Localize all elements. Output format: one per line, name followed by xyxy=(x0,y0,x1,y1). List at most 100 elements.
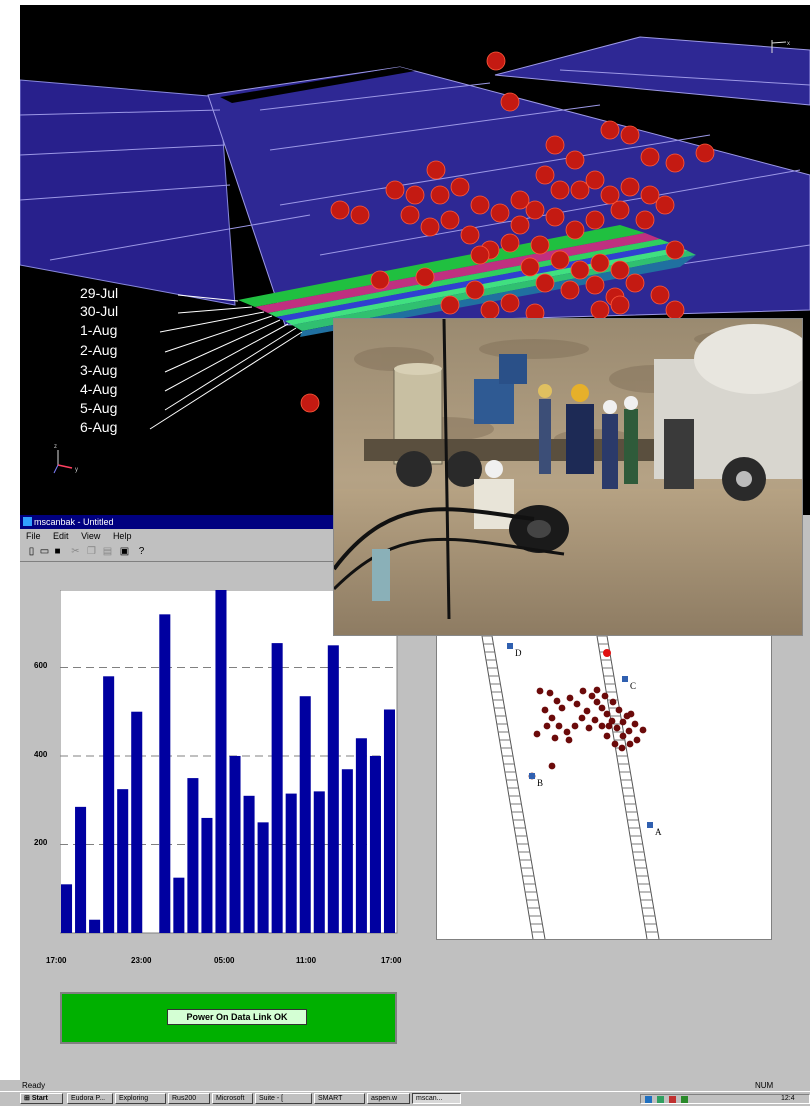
site-photo xyxy=(333,318,803,636)
event-sphere xyxy=(610,200,630,220)
taskbar-button[interactable]: SMART xyxy=(314,1093,365,1104)
bar xyxy=(187,778,199,933)
bar xyxy=(383,709,395,933)
date-label: 4-Aug xyxy=(80,381,118,397)
x-tick-label: 23:00 xyxy=(131,956,152,965)
event-sphere xyxy=(545,207,565,227)
x-tick-label: 11:00 xyxy=(296,956,317,965)
event-dot xyxy=(609,698,617,706)
event-sphere xyxy=(350,205,370,225)
x-tick-label: 17:00 xyxy=(46,956,67,965)
event-dot xyxy=(605,722,613,730)
event-sphere xyxy=(625,273,645,293)
event-dot xyxy=(566,694,574,702)
print-icon[interactable]: ▣ xyxy=(119,546,130,557)
taskbar-button[interactable]: Exploring xyxy=(115,1093,166,1104)
title-bar[interactable]: mscanbak - Untitled xyxy=(20,515,340,529)
event-dot xyxy=(585,724,593,732)
event-dot xyxy=(626,740,634,748)
event-sphere xyxy=(400,205,420,225)
event-sphere xyxy=(385,180,405,200)
event-sphere xyxy=(330,200,350,220)
sensor-c-marker xyxy=(622,676,628,682)
taskbar-button[interactable]: Microsoft xyxy=(212,1093,253,1104)
tray-icon[interactable] xyxy=(657,1096,664,1103)
event-sphere xyxy=(600,120,620,140)
bar xyxy=(257,822,269,933)
bar xyxy=(75,806,87,933)
event-dot xyxy=(563,728,571,736)
sensor-d-marker xyxy=(507,643,513,649)
bar xyxy=(369,755,381,933)
event-sphere xyxy=(600,185,620,205)
event-sphere xyxy=(535,165,555,185)
event-dot xyxy=(611,740,619,748)
event-sphere xyxy=(585,170,605,190)
bar xyxy=(89,919,101,933)
bar xyxy=(285,793,297,933)
event-sphere xyxy=(490,203,510,223)
date-label: 5-Aug xyxy=(80,400,118,416)
copy-icon[interactable]: ❐ xyxy=(86,546,97,557)
event-sphere xyxy=(450,177,470,197)
event-sphere xyxy=(470,245,490,265)
taskbar-button[interactable]: Rus200 xyxy=(168,1093,210,1104)
event-dot xyxy=(541,706,549,714)
event-sphere xyxy=(545,135,565,155)
start-button[interactable]: ⊞ Start xyxy=(20,1093,63,1104)
taskbar-button[interactable]: mscan... xyxy=(412,1093,461,1104)
menu-file[interactable]: File xyxy=(26,531,41,541)
svg-text:z: z xyxy=(54,444,57,450)
event-sphere xyxy=(500,233,520,253)
event-dot xyxy=(593,686,601,694)
date-label: 29-Jul xyxy=(80,285,119,301)
event-dot xyxy=(639,726,647,734)
event-sphere xyxy=(665,300,685,320)
tray-icon[interactable] xyxy=(645,1096,652,1103)
site-photo-svg xyxy=(334,319,802,635)
x-tick-label: 05:00 xyxy=(214,956,235,965)
bar xyxy=(341,769,353,933)
status-indicator: Power On Data Link OK xyxy=(167,1009,307,1025)
taskbar-button[interactable]: Eudora P... xyxy=(67,1093,113,1104)
menu-edit[interactable]: Edit xyxy=(53,531,69,541)
event-sphere xyxy=(665,240,685,260)
menu-help[interactable]: Help xyxy=(113,531,132,541)
event-dot xyxy=(619,732,627,740)
bar xyxy=(173,877,185,933)
save-icon[interactable]: ■ xyxy=(52,546,63,557)
date-label: 6-Aug xyxy=(80,419,118,435)
bar xyxy=(201,817,213,933)
menu-view[interactable]: View xyxy=(81,531,100,541)
event-sphere xyxy=(585,275,605,295)
taskbar-button[interactable]: Suite - [ xyxy=(255,1093,312,1104)
event-dot xyxy=(627,710,635,718)
tray-icon[interactable] xyxy=(681,1096,688,1103)
new-file-icon[interactable]: ▯ xyxy=(26,546,37,557)
date-label: 3-Aug xyxy=(80,362,118,378)
cut-icon[interactable]: ✂ xyxy=(70,546,81,557)
event-dot xyxy=(536,687,544,695)
event-sphere xyxy=(500,92,520,112)
event-dot xyxy=(573,700,581,708)
plan-view[interactable]: D C B A xyxy=(436,635,772,940)
event-dot xyxy=(598,704,606,712)
event-dot xyxy=(593,698,601,706)
event-sphere xyxy=(565,150,585,170)
event-sphere xyxy=(635,210,655,230)
system-tray: 12:4 xyxy=(640,1094,810,1104)
taskbar-button[interactable]: aspen.w xyxy=(367,1093,410,1104)
tray-icon[interactable] xyxy=(669,1096,676,1103)
event-sphere xyxy=(550,250,570,270)
open-folder-icon[interactable]: ▭ xyxy=(39,546,50,557)
event-dot xyxy=(631,720,639,728)
event-dot xyxy=(533,730,541,738)
paste-icon[interactable]: ▤ xyxy=(102,546,113,557)
event-dot xyxy=(598,722,606,730)
bar xyxy=(327,645,339,933)
highlight-event-dot xyxy=(603,649,611,657)
bar xyxy=(313,791,325,933)
help-icon[interactable]: ? xyxy=(136,546,147,557)
status-num: NUM xyxy=(755,1081,774,1090)
bar xyxy=(271,643,283,933)
